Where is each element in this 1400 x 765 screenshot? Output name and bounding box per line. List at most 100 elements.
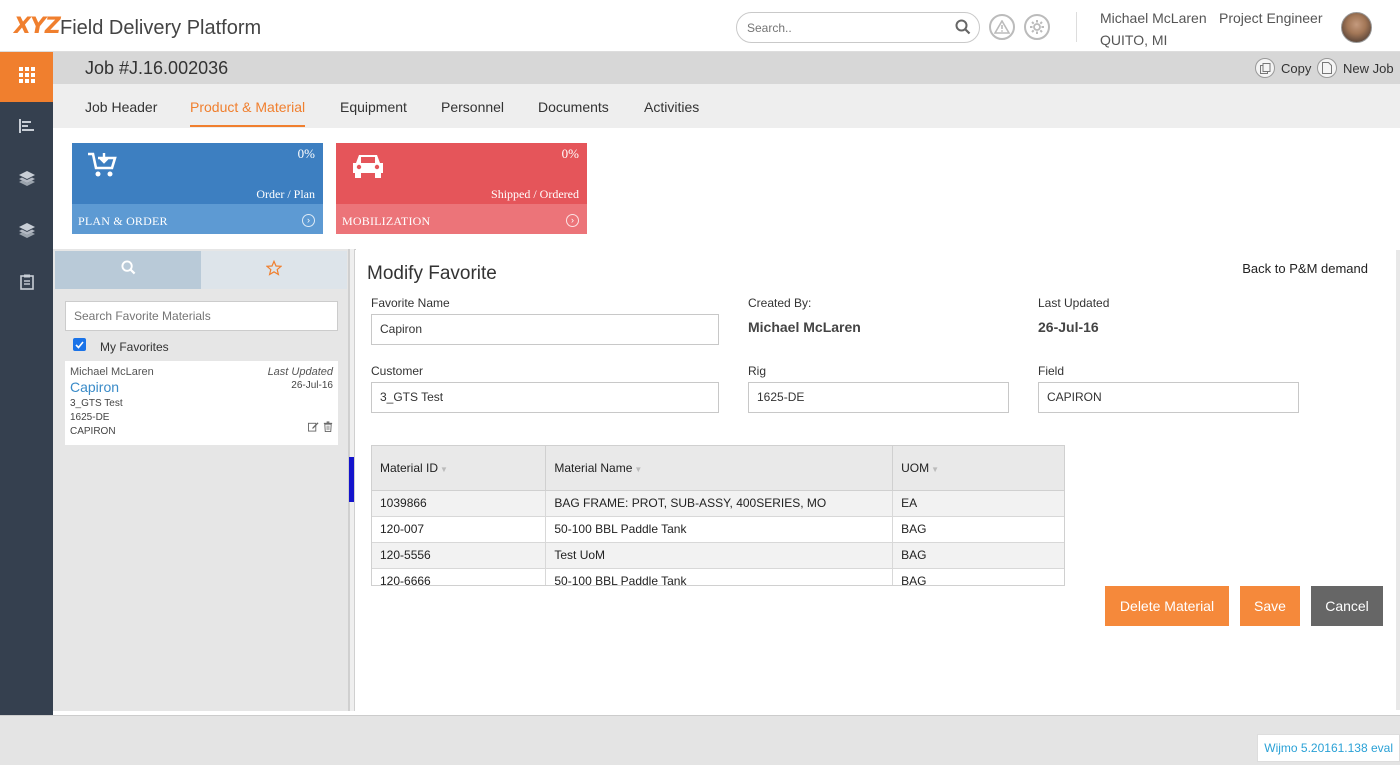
sidebar-item-reports[interactable]	[0, 108, 53, 148]
search-input[interactable]	[747, 13, 947, 42]
table-row[interactable]: 120-5556 Test UoM BAG	[372, 542, 1064, 569]
sort-icon[interactable]: ▼	[634, 465, 642, 474]
arrow-right-icon[interactable]: ›	[302, 214, 315, 227]
material-id-cell[interactable]: 1039866	[372, 490, 547, 517]
material-id-cell[interactable]: 120-5556	[372, 542, 547, 569]
user-location: QUITO, MI	[1100, 32, 1168, 48]
tab-bar: Job Header Product & Material Equipment …	[53, 84, 1400, 128]
copy-icon	[1255, 58, 1275, 78]
cancel-button[interactable]: Cancel	[1311, 586, 1383, 626]
column-header-material-name[interactable]: Material Name ▼	[545, 446, 894, 491]
plan-order-percent: 0%	[297, 146, 315, 161]
footer-bar: Wijmo 5.20161.138 eval	[0, 715, 1400, 765]
last-updated-value: 26-Jul-16	[1038, 319, 1099, 335]
favorite-rig: 1625-DE	[70, 412, 110, 423]
search-icon	[120, 260, 136, 280]
material-name-cell[interactable]: Test UoM	[545, 542, 894, 569]
job-title: Job #J.16.002036	[85, 58, 229, 78]
star-icon	[265, 259, 283, 281]
tab-product-material[interactable]: Product & Material	[190, 99, 306, 127]
header-divider	[1076, 12, 1077, 42]
trash-icon[interactable]	[323, 419, 333, 437]
search-icon[interactable]	[955, 19, 971, 40]
clipboard-icon	[19, 274, 34, 295]
tab-documents[interactable]: Documents	[538, 99, 609, 115]
favorite-last-updated-label: Last Updated	[267, 366, 333, 378]
table-row[interactable]: 1039866 BAG FRAME: PROT, SUB-ASSY, 400SE…	[372, 490, 1064, 517]
car-icon	[350, 151, 386, 186]
copy-label: Copy	[1281, 60, 1312, 76]
customer-field[interactable]: 3_GTS Test	[371, 382, 719, 413]
user-role: Project Engineer	[1219, 10, 1323, 26]
sidebar-item-layers-alt[interactable]	[0, 212, 53, 252]
material-name-cell[interactable]: 50-100 BBL Paddle Tank	[545, 516, 894, 543]
modify-favorite-form: Modify Favorite Back to P&M demand Favor…	[356, 249, 1400, 711]
back-link[interactable]: Back to P&M demand	[1242, 261, 1368, 276]
material-name-cell[interactable]: BAG FRAME: PROT, SUB-ASSY, 400SERIES, MO	[545, 490, 894, 517]
material-id-cell[interactable]: 120-6666	[372, 568, 547, 585]
sidebar-item-clipboard[interactable]	[0, 264, 53, 304]
column-header-uom[interactable]: UOM ▼	[892, 446, 1064, 491]
favorite-search-field[interactable]	[65, 301, 338, 331]
new-job-button[interactable]: New Job	[1317, 58, 1394, 78]
column-header-material-id[interactable]: Material ID ▼	[372, 446, 547, 491]
mobilization-tile[interactable]: 0% Shipped / Ordered MOBILIZATION ›	[336, 143, 587, 234]
field-field[interactable]: CAPIRON	[1038, 382, 1299, 413]
favorites-star-tab[interactable]	[201, 251, 347, 289]
sort-icon[interactable]: ▼	[931, 465, 939, 474]
save-button[interactable]: Save	[1240, 586, 1300, 626]
list-item[interactable]: Michael McLaren Capiron 3_GTS Test 1625-…	[65, 361, 338, 445]
plan-order-subtitle: Order / Plan	[256, 187, 315, 201]
customer-label: Customer	[371, 364, 424, 378]
panel-splitter[interactable]	[349, 249, 355, 711]
rig-label: Rig	[748, 364, 767, 378]
tab-personnel[interactable]: Personnel	[441, 99, 504, 115]
favorites-search-tab[interactable]	[55, 251, 201, 289]
table-row[interactable]: 120-6666 50-100 BBL Paddle Tank BAG	[372, 568, 1064, 585]
my-favorites-checkbox[interactable]	[73, 338, 86, 351]
mobilization-subtitle: Shipped / Ordered	[491, 187, 579, 201]
job-bar: Job #J.16.002036 Copy New Job	[53, 52, 1400, 84]
uom-cell[interactable]: EA	[892, 490, 1064, 517]
materials-grid: Material ID ▼ Material Name ▼ UOM ▼ 1039866…	[371, 445, 1065, 586]
top-header: XYZ Field Delivery Platform Michael McLa…	[0, 0, 1400, 52]
layers-icon	[18, 170, 36, 191]
mobilization-percent: 0%	[561, 146, 579, 161]
splitter-handle[interactable]	[349, 457, 354, 502]
tab-job-header[interactable]: Job Header	[85, 99, 157, 115]
avatar[interactable]	[1341, 12, 1372, 43]
favorite-field: CAPIRON	[70, 426, 116, 437]
material-name-cell[interactable]: 50-100 BBL Paddle Tank	[545, 568, 894, 585]
new-document-icon	[1317, 58, 1337, 78]
gear-icon[interactable]	[1024, 14, 1050, 40]
global-search[interactable]	[736, 12, 980, 43]
sidebar-item-home[interactable]	[0, 52, 53, 102]
material-id-cell[interactable]: 120-007	[372, 516, 547, 543]
tab-activities[interactable]: Activities	[644, 99, 699, 115]
favorite-name-label: Favorite Name	[371, 296, 450, 310]
user-name[interactable]: Michael McLaren	[1100, 10, 1207, 26]
mobilization-footer: MOBILIZATION ›	[336, 204, 587, 234]
edit-icon[interactable]	[308, 419, 319, 437]
favorite-search-input[interactable]	[74, 302, 334, 330]
sidebar-item-layers[interactable]	[0, 160, 53, 200]
delete-material-button[interactable]: Delete Material	[1105, 586, 1229, 626]
sort-icon[interactable]: ▼	[440, 465, 448, 474]
wijmo-eval-badge[interactable]: Wijmo 5.20161.138 eval	[1257, 734, 1400, 762]
uom-cell[interactable]: BAG	[892, 542, 1064, 569]
favorites-panel: My Favorites Michael McLaren Capiron 3_G…	[53, 249, 349, 711]
cart-download-icon	[86, 151, 118, 184]
favorite-owner: Michael McLaren	[70, 366, 154, 378]
table-row[interactable]: 120-007 50-100 BBL Paddle Tank BAG	[372, 516, 1064, 543]
plan-order-tile[interactable]: 0% Order / Plan PLAN & ORDER ›	[72, 143, 323, 234]
copy-button[interactable]: Copy	[1255, 58, 1311, 78]
favorite-name-field[interactable]: Capiron	[371, 314, 719, 345]
uom-cell[interactable]: BAG	[892, 516, 1064, 543]
scrollbar[interactable]	[1396, 250, 1400, 710]
arrow-right-icon[interactable]: ›	[566, 214, 579, 227]
tab-equipment[interactable]: Equipment	[340, 99, 407, 115]
rig-field[interactable]: 1625-DE	[748, 382, 1009, 413]
favorite-name-link[interactable]: Capiron	[70, 379, 119, 395]
uom-cell[interactable]: BAG	[892, 568, 1064, 585]
alert-icon[interactable]	[989, 14, 1015, 40]
